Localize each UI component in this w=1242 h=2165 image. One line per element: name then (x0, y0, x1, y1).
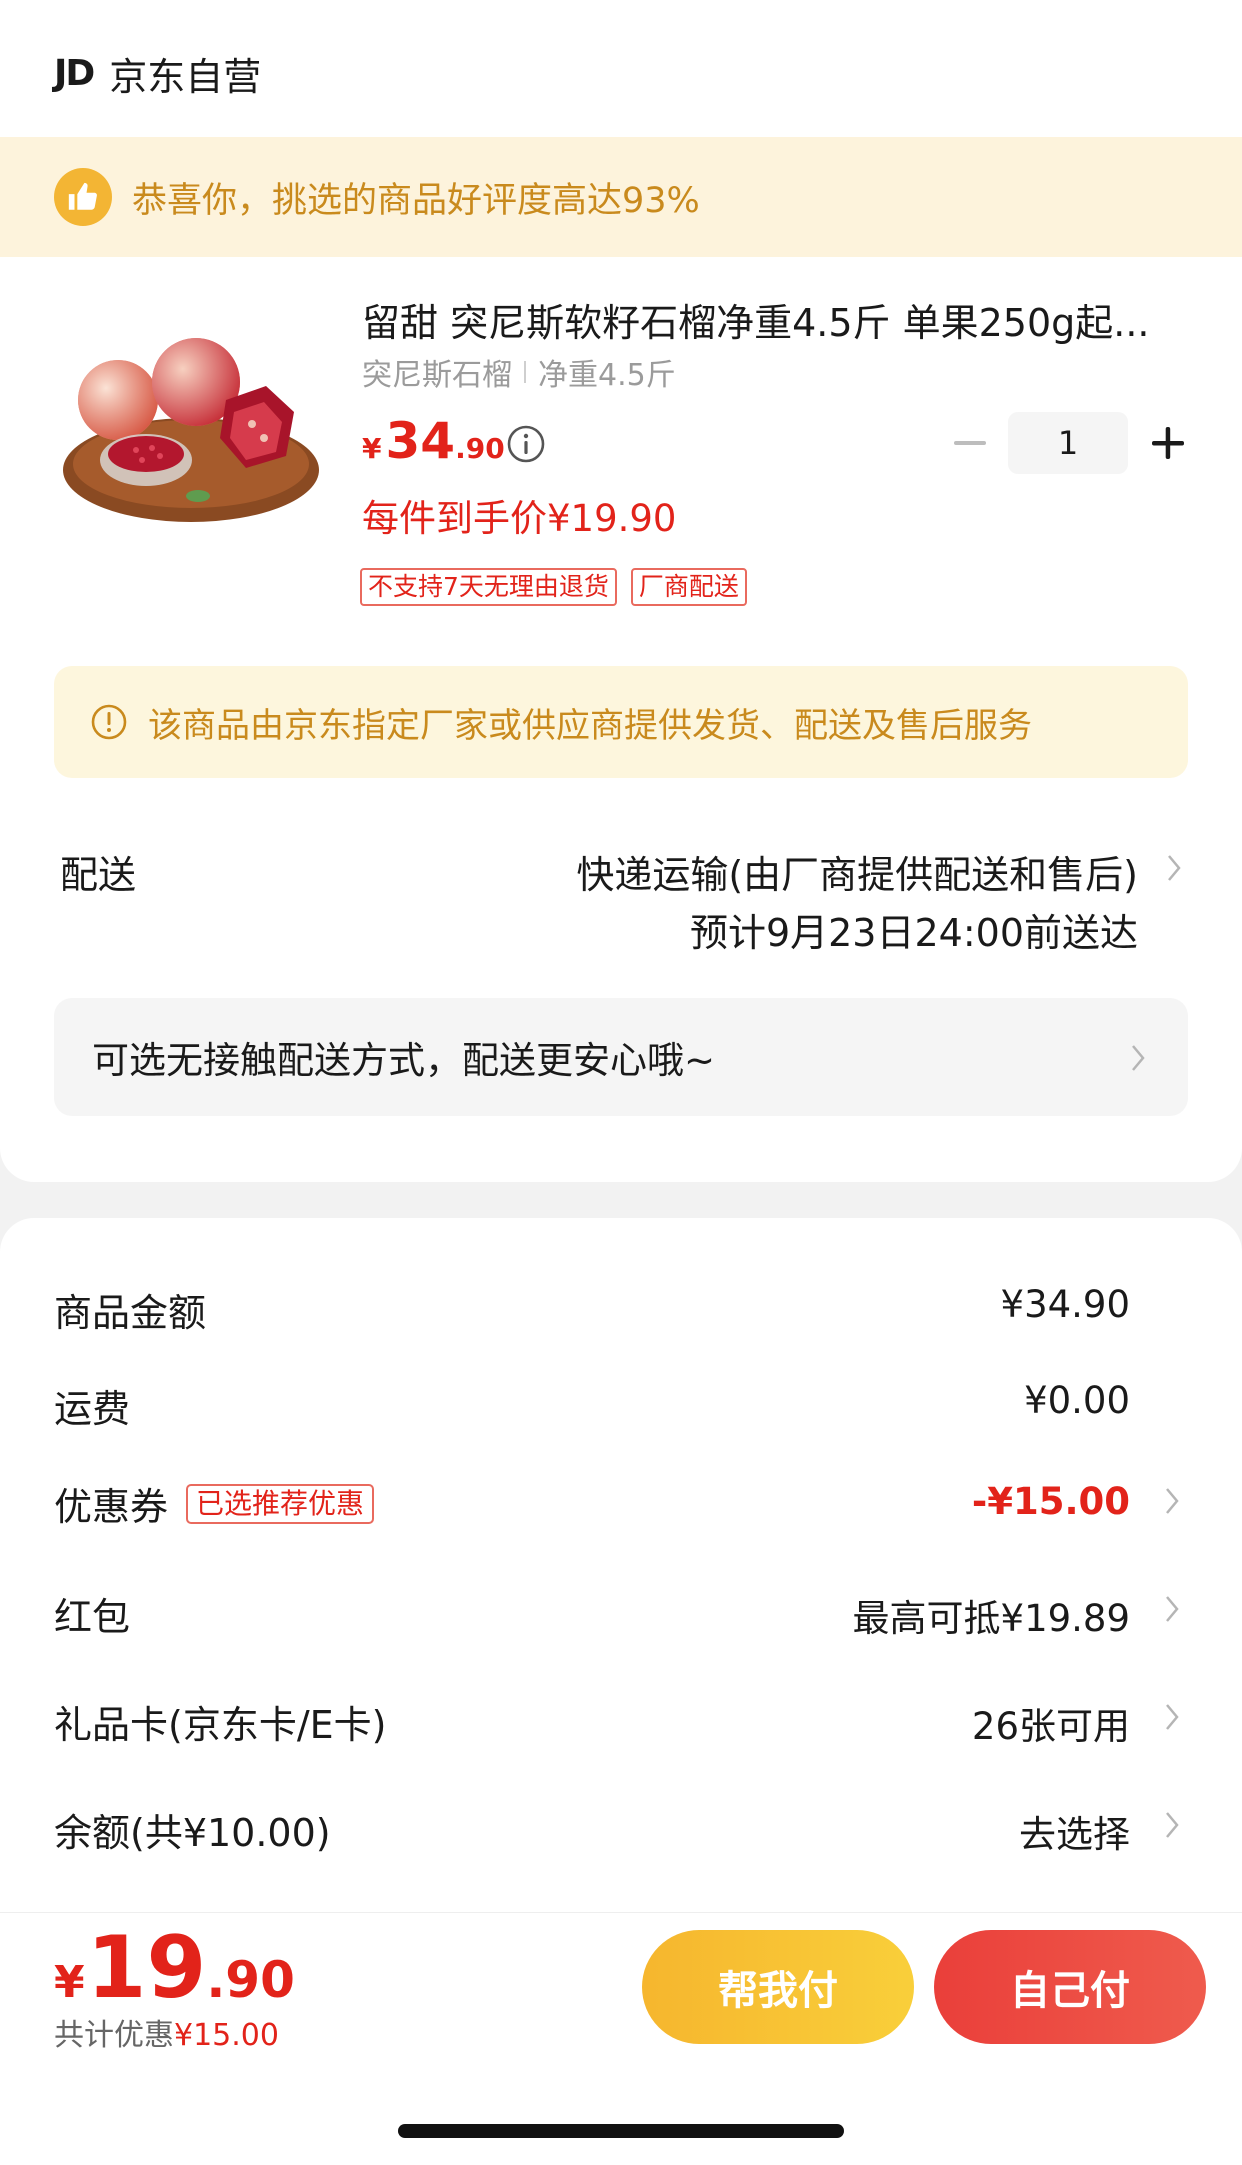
praise-text: 恭喜你，挑选的商品好评度高达93% (132, 180, 700, 221)
product-price: ¥ 34 .90 (362, 412, 505, 470)
total-price: ¥ 19 .90 (54, 1918, 295, 2018)
coupon-row-label: 优惠券 已选推荐优惠 (54, 1476, 375, 1531)
coupon-chevron-icon[interactable] (1164, 1486, 1180, 1516)
info-icon[interactable] (506, 424, 546, 464)
help-me-pay-button[interactable]: 帮我付 (642, 1930, 914, 2044)
red-packet-value[interactable]: 最高可抵¥19.89 (853, 1588, 1130, 1642)
spec-variety: 突尼斯石榴 (362, 358, 512, 393)
price-decimal: .90 (455, 432, 505, 465)
contactless-chevron-icon[interactable] (1130, 1043, 1146, 1073)
net-price: 每件到手价¥19.90 (362, 497, 677, 540)
tag-no-return: 不支持7天无理由退货 (360, 568, 617, 606)
contactless-delivery-option[interactable]: 可选无接触配送方式，配送更安心哦~ (54, 998, 1188, 1116)
red-packet-chevron-icon[interactable] (1164, 1594, 1180, 1624)
total-discount-amount: ¥15.00 (174, 2018, 279, 2053)
total-integer: 19 (86, 1918, 207, 2018)
product-spec: 突尼斯石榴 净重4.5斤 (362, 350, 676, 394)
jd-logo: JD (54, 52, 95, 94)
spec-weight: 净重4.5斤 (538, 358, 676, 393)
pay-myself-button[interactable]: 自己付 (934, 1930, 1206, 2044)
balance-label: 余额(共¥10.00) (54, 1811, 331, 1855)
total-decimal: .90 (206, 1951, 295, 2009)
tag-vendor-delivery: 厂商配送 (630, 568, 747, 606)
thumbs-up-icon (54, 168, 112, 226)
praise-banner: 恭喜你，挑选的商品好评度高达93% (0, 137, 1242, 257)
total-symbol: ¥ (54, 1957, 85, 2008)
balance-value[interactable]: 去选择 (1019, 1804, 1130, 1858)
gift-card-value[interactable]: 26张可用 (972, 1696, 1130, 1750)
store-header[interactable]: JD 京东自营 (54, 48, 262, 99)
total-discount: 共计优惠¥15.00 (54, 2010, 279, 2054)
contactless-text: 可选无接触配送方式，配送更安心哦~ (92, 1039, 716, 1082)
shipping-fee-label: 运费 (54, 1387, 131, 1431)
home-indicator[interactable] (398, 2124, 844, 2138)
product-title[interactable]: 留甜 突尼斯软籽石榴净重4.5斤 单果250g起... (362, 292, 1192, 347)
coupon-value[interactable]: -¥15.00 (972, 1480, 1130, 1523)
delivery-chevron-icon[interactable] (1166, 853, 1182, 883)
vendor-notice: 该商品由京东指定厂家或供应商提供发货、配送及售后服务 (54, 666, 1188, 778)
product-tags: 不支持7天无理由退货 厂商配送 (360, 568, 747, 606)
delivery-label: 配送 (60, 853, 137, 897)
total-discount-prefix: 共计优惠 (54, 2018, 174, 2053)
goods-amount-value: ¥34.90 (1000, 1283, 1130, 1326)
store-name: 京东自营 (109, 54, 262, 99)
balance-chevron-icon[interactable] (1164, 1810, 1180, 1840)
price-symbol: ¥ (362, 432, 382, 465)
gift-card-chevron-icon[interactable] (1164, 1702, 1180, 1732)
price-integer: 34 (385, 412, 456, 470)
notice-text: 该商品由京东指定厂家或供应商提供发货、配送及售后服务 (148, 705, 1032, 746)
coupon-label: 优惠券 (54, 1485, 169, 1529)
delivery-eta: 预计9月23日24:00前送达 (689, 911, 1138, 955)
gift-card-label: 礼品卡(京东卡/E卡) (54, 1703, 387, 1747)
goods-amount-label: 商品金额 (54, 1291, 207, 1335)
shipping-fee-value: ¥0.00 (1024, 1379, 1130, 1422)
spec-divider (524, 361, 526, 383)
delivery-method[interactable]: 快递运输(由厂商提供配送和售后) (576, 844, 1138, 899)
quantity-increase-button[interactable] (1148, 420, 1188, 466)
quantity-input[interactable]: 1 (1008, 412, 1128, 474)
red-packet-label: 红包 (54, 1595, 131, 1639)
quantity-decrease-button[interactable] (950, 418, 990, 468)
coupon-recommended-tag: 已选推荐优惠 (186, 1483, 375, 1524)
alert-icon (91, 704, 127, 740)
product-image[interactable] (56, 320, 326, 530)
